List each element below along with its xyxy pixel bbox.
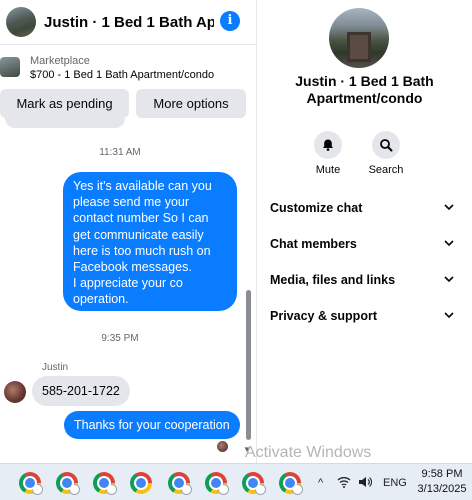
mute-label: Mute (315, 164, 341, 176)
info-icon[interactable]: i (220, 11, 240, 31)
section-label: Privacy & support (270, 309, 377, 323)
profile-badge-icon (70, 485, 79, 494)
chat-header: Justin · 1 Bed 1 Bath Apart... (0, 0, 256, 44)
incoming-message-bubble[interactable]: 585-201-1722 (32, 376, 130, 406)
marketplace-listing-card[interactable]: Marketplace $700 - 1 Bed 1 Bath Apartmen… (0, 52, 256, 86)
chrome-icon[interactable] (242, 472, 265, 494)
mark-as-pending-button[interactable]: Mark as pending (0, 89, 129, 118)
mute-action[interactable]: Mute (303, 131, 353, 176)
section-label: Media, files and links (270, 273, 396, 287)
profile-badge-icon (293, 485, 302, 494)
activate-windows-watermark: Activate Windows (245, 444, 372, 461)
chevron-down-icon (444, 276, 454, 283)
bell-icon[interactable] (314, 131, 342, 159)
clock-time: 9:58 PM (421, 468, 463, 480)
conversation-avatar[interactable] (329, 8, 389, 68)
system-clock[interactable]: 9:58 PM 3/13/2025 (414, 467, 470, 497)
chat-avatar[interactable] (6, 7, 36, 37)
chrome-icon[interactable] (56, 472, 79, 494)
profile-badge-icon (33, 485, 42, 494)
marketplace-label: Marketplace (30, 55, 90, 67)
sender-name: Justin (42, 362, 69, 373)
chat-title[interactable]: Justin · 1 Bed 1 Bath Apart... (44, 14, 214, 31)
section-label: Customize chat (270, 201, 363, 215)
section-customize-chat[interactable]: Customize chat (270, 196, 460, 220)
section-label: Chat members (270, 237, 357, 251)
header-divider (0, 44, 256, 45)
section-privacy-support[interactable]: Privacy & support (270, 304, 460, 328)
profile-badge-icon (219, 485, 228, 494)
chrome-icon[interactable] (168, 472, 191, 494)
message-timestamp: 9:35 PM (101, 333, 139, 344)
chevron-down-icon (444, 240, 454, 247)
section-chat-members[interactable]: Chat members (270, 232, 460, 256)
profile-badge-icon (182, 485, 191, 494)
message-timestamp: 11:31 AM (99, 147, 141, 158)
chat-pane: Justin · 1 Bed 1 Bath Apart... i Marketp… (0, 0, 256, 463)
chevron-down-icon (444, 312, 454, 319)
language-indicator[interactable]: ENG (383, 477, 407, 489)
seen-indicator-avatar (217, 441, 228, 452)
chrome-icon[interactable] (130, 472, 152, 494)
profile-badge-icon (256, 485, 265, 494)
outgoing-message-bubble[interactable]: Yes it's available can you please send m… (63, 172, 237, 311)
more-options-button[interactable]: More options (136, 89, 246, 118)
section-media-files-links[interactable]: Media, files and links (270, 268, 460, 292)
details-pane: Justin · 1 Bed 1 Bath Apartment/condo Mu… (257, 0, 472, 463)
chrome-icon[interactable] (93, 472, 116, 494)
outgoing-message-bubble[interactable]: Thanks for your cooperation (64, 411, 240, 439)
profile-badge-icon (107, 485, 116, 494)
search-icon[interactable] (372, 131, 400, 159)
listing-title: $700 - 1 Bed 1 Bath Apartment/condo (30, 69, 215, 81)
chevron-down-icon (444, 204, 454, 211)
scrollbar-thumb[interactable] (246, 290, 251, 440)
chrome-icon[interactable] (279, 472, 302, 494)
sender-avatar[interactable] (4, 381, 26, 403)
tray-overflow-arrow-icon[interactable]: ^ (318, 477, 323, 489)
chrome-icon[interactable] (205, 472, 228, 494)
wifi-icon[interactable] (337, 476, 351, 488)
search-action[interactable]: Search (361, 131, 411, 176)
details-title: Justin · 1 Bed 1 Bath Apartment/condo (295, 73, 434, 106)
taskbar: ^ ENG 9:58 PM 3/13/2025 (0, 463, 472, 500)
previous-message-bubble (5, 118, 125, 128)
chrome-icon[interactable] (19, 472, 42, 494)
volume-icon[interactable] (358, 476, 372, 488)
search-label: Search (368, 164, 404, 176)
listing-thumbnail (0, 57, 20, 77)
clock-date: 3/13/2025 (417, 483, 467, 495)
